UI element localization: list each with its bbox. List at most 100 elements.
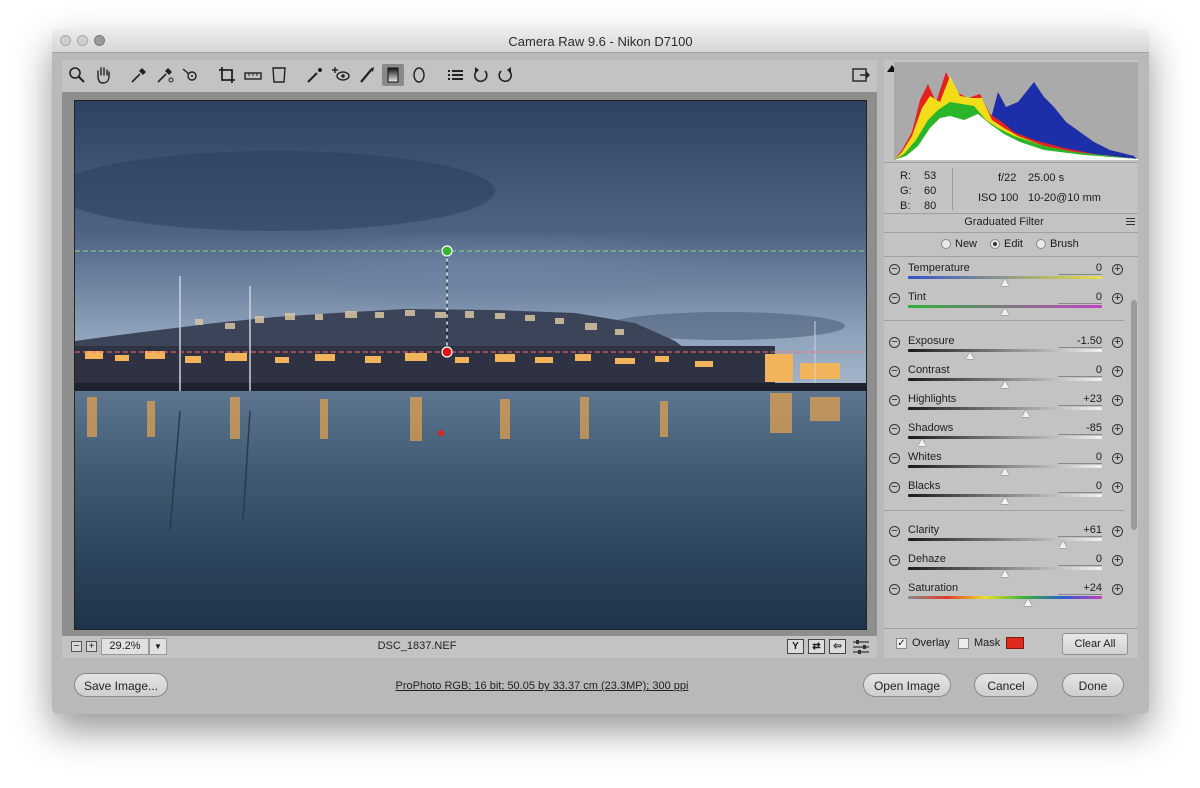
- zoom-out-button[interactable]: −: [71, 641, 82, 652]
- slider-row-highlights: − Highlights +23 +: [884, 393, 1130, 422]
- mode-edit-radio[interactable]: Edit: [990, 238, 1023, 250]
- slider-label: Tint: [908, 291, 926, 303]
- slider-value-field[interactable]: +24: [1058, 582, 1102, 595]
- decrease-icon[interactable]: −: [889, 453, 900, 464]
- slider-value-field[interactable]: 0: [1058, 451, 1102, 464]
- slider-track[interactable]: [908, 407, 1102, 410]
- slider-value-field[interactable]: 0: [1058, 364, 1102, 377]
- adjustment-brush-icon[interactable]: [356, 64, 378, 86]
- slider-value-field[interactable]: -1.50: [1058, 335, 1102, 348]
- slider-value-field[interactable]: -85: [1058, 422, 1102, 435]
- graduated-filter-icon[interactable]: [382, 64, 404, 86]
- increase-icon[interactable]: +: [1112, 453, 1123, 464]
- slider-thumb[interactable]: [1001, 497, 1009, 504]
- slider-track[interactable]: [908, 436, 1102, 439]
- slider-thumb[interactable]: [966, 352, 975, 359]
- decrease-icon[interactable]: −: [889, 526, 900, 537]
- increase-icon[interactable]: +: [1112, 482, 1123, 493]
- slider-thumb[interactable]: [1001, 570, 1009, 577]
- slider-value-field[interactable]: +23: [1058, 393, 1102, 406]
- zoom-icon[interactable]: [66, 64, 88, 86]
- clear-all-button[interactable]: Clear All: [1062, 633, 1128, 655]
- spot-removal-icon[interactable]: [304, 64, 326, 86]
- slider-thumb[interactable]: [1001, 279, 1009, 286]
- rotate-ccw-icon[interactable]: [470, 64, 492, 86]
- group-divider: [884, 320, 1124, 321]
- slider-value-field[interactable]: 0: [1058, 553, 1102, 566]
- decrease-icon[interactable]: −: [889, 584, 900, 595]
- scrollbar-knob[interactable]: [1131, 300, 1137, 530]
- increase-icon[interactable]: +: [1112, 526, 1123, 537]
- mode-new-radio[interactable]: New: [941, 238, 977, 250]
- decrease-icon[interactable]: −: [889, 424, 900, 435]
- slider-value-field[interactable]: +61: [1058, 524, 1102, 537]
- toggle-fullscreen-icon[interactable]: [850, 64, 872, 86]
- radial-filter-icon[interactable]: [408, 64, 430, 86]
- transform-icon[interactable]: [268, 64, 290, 86]
- increase-icon[interactable]: +: [1112, 264, 1123, 275]
- decrease-icon[interactable]: −: [889, 482, 900, 493]
- preview-canvas[interactable]: [62, 92, 877, 636]
- zoom-dropdown-chevron-icon[interactable]: ▼: [149, 638, 167, 655]
- slider-thumb[interactable]: [1001, 468, 1009, 475]
- decrease-icon[interactable]: −: [889, 293, 900, 304]
- increase-icon[interactable]: +: [1112, 395, 1123, 406]
- increase-icon[interactable]: +: [1112, 293, 1123, 304]
- panel-menu-icon[interactable]: [1126, 218, 1135, 225]
- done-button[interactable]: Done: [1062, 673, 1124, 697]
- decrease-icon[interactable]: −: [889, 264, 900, 275]
- workflow-options-link[interactable]: ProPhoto RGB; 16 bit; 50.05 by 33.37 cm …: [332, 680, 752, 692]
- rotate-cw-icon[interactable]: [494, 64, 516, 86]
- slider-track[interactable]: [908, 538, 1102, 541]
- decrease-icon[interactable]: −: [889, 395, 900, 406]
- slider-thumb[interactable]: [1059, 541, 1068, 548]
- group-divider: [884, 510, 1124, 511]
- b-value: 80: [924, 200, 937, 212]
- slider-track[interactable]: [908, 596, 1102, 599]
- increase-icon[interactable]: +: [1112, 424, 1123, 435]
- hand-icon[interactable]: [92, 64, 114, 86]
- preview-image: [74, 100, 867, 630]
- increase-icon[interactable]: +: [1112, 366, 1123, 377]
- increase-icon[interactable]: +: [1112, 337, 1123, 348]
- toggle-settings-icon[interactable]: [852, 639, 870, 655]
- radio-edit-icon: [990, 239, 1000, 249]
- targeted-adjustment-icon[interactable]: [180, 64, 202, 86]
- overlay-checkbox[interactable]: ✓: [896, 638, 907, 649]
- increase-icon[interactable]: +: [1112, 555, 1123, 566]
- zoom-level-field[interactable]: 29.2%: [101, 638, 149, 655]
- copy-settings-icon[interactable]: ⇦: [829, 639, 846, 654]
- swap-before-after-icon[interactable]: ⇄: [808, 639, 825, 654]
- slider-value-field[interactable]: 0: [1058, 262, 1102, 275]
- mode-brush-radio[interactable]: Brush: [1036, 238, 1079, 250]
- slider-thumb[interactable]: [1022, 410, 1031, 417]
- slider-thumb[interactable]: [1001, 381, 1009, 388]
- red-eye-icon[interactable]: [330, 64, 352, 86]
- panel-footer: ✓ Overlay Mask Clear All: [884, 628, 1138, 659]
- preferences-icon[interactable]: [444, 64, 466, 86]
- slider-value-field[interactable]: 0: [1058, 291, 1102, 304]
- slider-thumb[interactable]: [1001, 308, 1009, 315]
- mask-checkbox[interactable]: [958, 638, 969, 649]
- slider-value-field[interactable]: 0: [1058, 480, 1102, 493]
- zoom-in-button[interactable]: +: [86, 641, 97, 652]
- color-sampler-icon[interactable]: [154, 64, 176, 86]
- slider-thumb[interactable]: [1024, 599, 1033, 606]
- slider-thumb[interactable]: [917, 439, 926, 446]
- slider-list: − Temperature 0 + − Tint 0 + − Exposure -1.50 + − Con…: [884, 260, 1130, 656]
- slider-label: Blacks: [908, 480, 941, 492]
- mask-color-swatch[interactable]: [1006, 637, 1024, 649]
- decrease-icon[interactable]: −: [889, 337, 900, 348]
- panel-scrollbar[interactable]: [1130, 260, 1138, 620]
- decrease-icon[interactable]: −: [889, 366, 900, 377]
- increase-icon[interactable]: +: [1112, 584, 1123, 595]
- cancel-button[interactable]: Cancel: [974, 673, 1038, 697]
- white-balance-icon[interactable]: [128, 64, 150, 86]
- slider-track[interactable]: [908, 349, 1102, 352]
- decrease-icon[interactable]: −: [889, 555, 900, 566]
- straighten-icon[interactable]: [242, 64, 264, 86]
- save-image-button[interactable]: Save Image...: [74, 673, 168, 697]
- before-after-view-icon[interactable]: Y: [787, 639, 804, 654]
- open-image-button[interactable]: Open Image: [863, 673, 951, 697]
- crop-icon[interactable]: [216, 64, 238, 86]
